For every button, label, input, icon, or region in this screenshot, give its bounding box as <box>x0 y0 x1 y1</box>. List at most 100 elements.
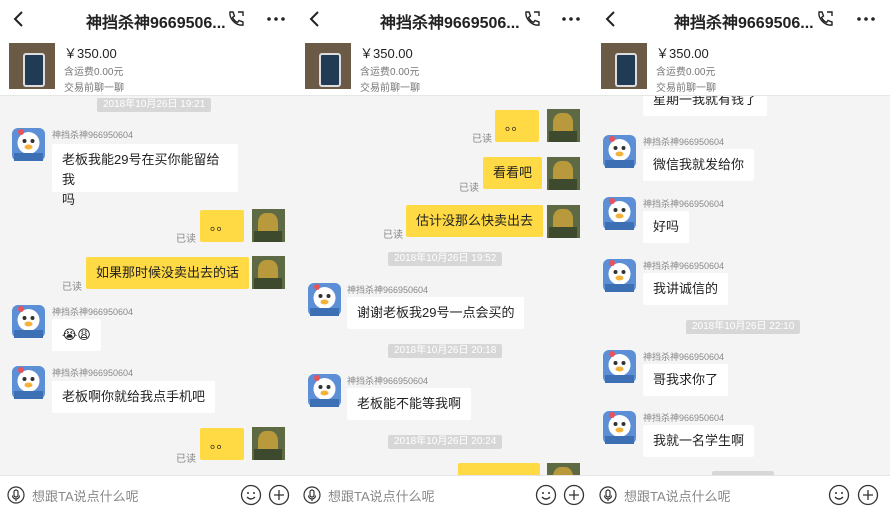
chat-title: 神挡杀神9669506... <box>674 15 814 32</box>
plus-icon[interactable] <box>857 484 879 506</box>
my-avatar[interactable] <box>252 427 285 460</box>
input-bar: 想跟TA说点什么呢 <box>296 475 592 513</box>
sent-bubble: 。。 <box>200 210 244 242</box>
plus-icon[interactable] <box>268 484 290 506</box>
message-bubble: 谢谢老板我29号一点会买的 <box>347 297 525 329</box>
read-status: 已读 <box>176 454 196 465</box>
message-bubble: 好吗 <box>643 211 690 243</box>
sender-name: 神挡杀神966950604 <box>347 376 429 386</box>
read-status: 已读 <box>459 183 479 194</box>
avatar[interactable] <box>12 366 45 399</box>
timestamp: 2018年10月26日 19:21 <box>97 98 212 112</box>
more-icon[interactable] <box>266 10 286 28</box>
product-thumbnail[interactable] <box>601 43 647 89</box>
product-card[interactable]: ￥350.00 含运费0.00元 交易前聊一聊 <box>0 37 296 96</box>
plus-icon[interactable] <box>563 484 585 506</box>
emoji-icon[interactable] <box>828 484 850 506</box>
sender-name: 神挡杀神966950604 <box>643 199 725 209</box>
message-bubble: 我讲诚信的 <box>643 273 729 305</box>
sender-name: 神挡杀神966950604 <box>52 307 134 317</box>
phone-icon[interactable] <box>815 9 835 29</box>
sender-name: 神挡杀神966950604 <box>52 130 134 140</box>
sender-name: 神挡杀神966950604 <box>643 413 725 423</box>
avatar[interactable] <box>603 135 636 168</box>
sent-bubble: 估计没那么快卖出去 <box>406 205 544 237</box>
read-status: 已读 <box>62 282 82 293</box>
product-thumbnail[interactable] <box>9 43 55 89</box>
message-input[interactable]: 想跟TA说点什么呢 <box>624 486 731 505</box>
my-avatar[interactable] <box>547 109 580 142</box>
avatar[interactable] <box>12 305 45 338</box>
timestamp: 2018年10月26日 19:52 <box>388 252 503 266</box>
product-thumbnail[interactable] <box>305 43 351 89</box>
message-bubble: 微信我就发给你 <box>643 149 755 181</box>
message-input[interactable]: 想跟TA说点什么呢 <box>32 486 139 505</box>
product-note: 交易前聊一聊 <box>64 83 124 94</box>
product-shipping: 含运费0.00元 <box>360 67 420 78</box>
chat-pane-2: 神挡杀神9669506... ￥350.00 含运费0.00元 交易前聊一聊 已… <box>296 0 592 513</box>
chat-pane-1: 神挡杀神9669506... ￥350.00 含运费0.00元 交易前聊一聊 2… <box>0 0 296 513</box>
sender-name: 神挡杀神966950604 <box>52 368 134 378</box>
message-line: 吗 <box>62 192 76 207</box>
back-icon[interactable] <box>306 10 324 28</box>
product-shipping: 含运费0.00元 <box>656 67 716 78</box>
top-bar: 神挡杀神9669506... <box>296 0 592 37</box>
message-bubble: 老板能不能等我啊 <box>347 388 472 420</box>
avatar[interactable] <box>12 128 45 161</box>
read-status: 已读 <box>472 134 492 145</box>
sent-bubble: 。。 <box>200 428 244 460</box>
my-avatar[interactable] <box>252 209 285 242</box>
top-bar: 神挡杀神9669506... <box>592 0 890 37</box>
message-input[interactable]: 想跟TA说点什么呢 <box>328 486 435 505</box>
phone-icon[interactable] <box>522 9 542 29</box>
back-icon[interactable] <box>602 10 620 28</box>
sent-bubble: 看看吧 <box>483 157 543 189</box>
message-bubble: 我就一名学生啊 <box>643 425 755 457</box>
product-note: 交易前聊一聊 <box>656 83 716 94</box>
sender-name: 神挡杀神966950604 <box>643 352 725 362</box>
timestamp: 2018年10月26日 20:24 <box>388 435 503 449</box>
message-bubble: 😭😩 <box>52 319 101 351</box>
chat-title: 神挡杀神9669506... <box>86 15 226 32</box>
timestamp: 2018年10月26日 20:18 <box>388 344 503 358</box>
microphone-icon[interactable] <box>599 486 617 504</box>
product-shipping: 含运费0.00元 <box>64 67 124 78</box>
message-bubble: 老板啊你就给我点手机吧 <box>52 381 216 413</box>
back-icon[interactable] <box>10 10 28 28</box>
product-price: ￥350.00 <box>64 46 117 61</box>
more-icon[interactable] <box>561 10 581 28</box>
timestamp: 2018年10月26日 22:10 <box>686 320 801 334</box>
avatar[interactable] <box>603 350 636 383</box>
my-avatar[interactable] <box>547 205 580 238</box>
sent-bubble: 如果那时候没卖出去的话 <box>86 257 250 289</box>
message-bubble: 老板我能29号在买你能留给我 吗 <box>52 144 238 207</box>
phone-icon[interactable] <box>226 9 246 29</box>
sender-name: 神挡杀神966950604 <box>643 261 725 271</box>
avatar[interactable] <box>603 411 636 444</box>
microphone-icon[interactable] <box>7 486 25 504</box>
input-bar: 想跟TA说点什么呢 <box>592 475 890 513</box>
emoji-icon[interactable] <box>535 484 557 506</box>
product-card[interactable]: ￥350.00 含运费0.00元 交易前聊一聊 <box>592 37 890 96</box>
read-status: 已读 <box>176 234 196 245</box>
avatar[interactable] <box>603 259 636 292</box>
product-card[interactable]: ￥350.00 含运费0.00元 交易前聊一聊 <box>296 37 592 96</box>
message-line: 老板我能29号在买你能留给我 <box>62 152 220 187</box>
avatar[interactable] <box>308 283 341 316</box>
avatar[interactable] <box>603 197 636 230</box>
chat-title: 神挡杀神9669506... <box>380 15 520 32</box>
sender-name: 神挡杀神966950604 <box>643 137 725 147</box>
product-note: 交易前聊一聊 <box>360 83 420 94</box>
message-bubble: 哥我求你了 <box>643 364 729 396</box>
sender-name: 神挡杀神966950604 <box>347 285 429 295</box>
my-avatar[interactable] <box>547 157 580 190</box>
read-status: 已读 <box>383 230 403 241</box>
my-avatar[interactable] <box>252 256 285 289</box>
avatar[interactable] <box>308 374 341 407</box>
microphone-icon[interactable] <box>303 486 321 504</box>
product-price: ￥350.00 <box>360 46 413 61</box>
more-icon[interactable] <box>856 10 876 28</box>
emoji-icon[interactable] <box>240 484 262 506</box>
sent-bubble: 。。 <box>495 110 539 142</box>
product-price: ￥350.00 <box>656 46 709 61</box>
